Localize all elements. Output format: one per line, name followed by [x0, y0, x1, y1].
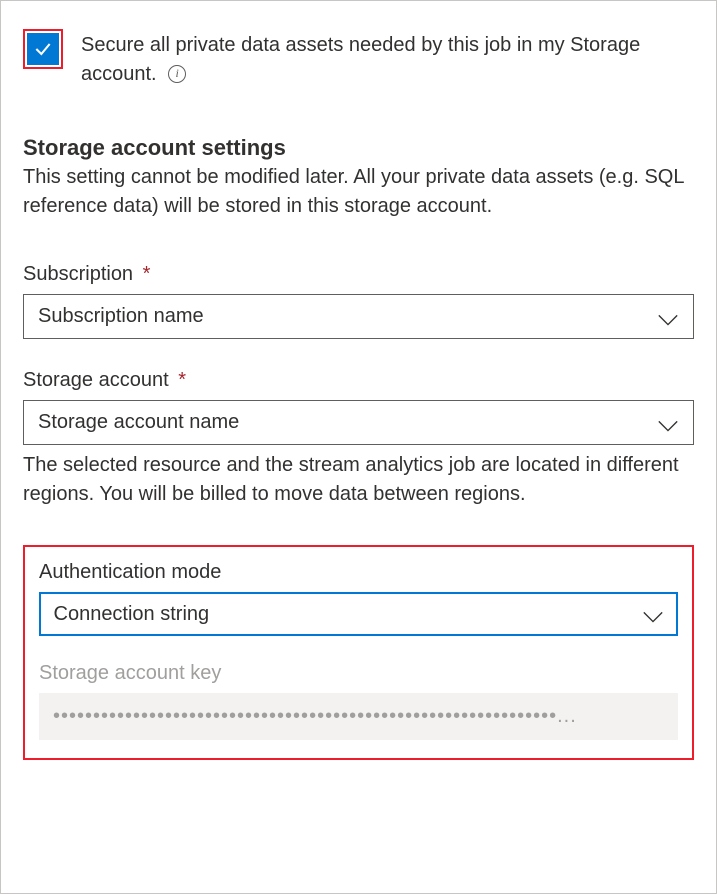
subscription-select[interactable]: Subscription name: [23, 294, 694, 339]
required-marker: *: [143, 263, 151, 285]
secure-data-checkbox-row: Secure all private data assets needed by…: [23, 29, 694, 89]
auth-mode-label: Authentication mode: [39, 561, 678, 584]
subscription-label-text: Subscription: [23, 263, 133, 285]
auth-mode-select[interactable]: Connection string: [39, 592, 678, 636]
storage-account-field: Storage account * Storage account name T…: [23, 369, 694, 509]
storage-key-label: Storage account key: [39, 662, 678, 685]
auth-mode-value: Connection string: [54, 603, 210, 626]
section-description: This setting cannot be modified later. A…: [23, 163, 694, 221]
subscription-value: Subscription name: [38, 305, 204, 328]
info-icon[interactable]: i: [168, 65, 186, 83]
required-marker: *: [178, 369, 186, 391]
settings-panel: Secure all private data assets needed by…: [0, 0, 717, 894]
auth-mode-field: Authentication mode Connection string: [39, 561, 678, 636]
chevron-down-icon: [642, 607, 664, 621]
secure-data-label-wrap: Secure all private data assets needed by…: [81, 29, 694, 89]
storage-key-input[interactable]: ••••••••••••••••••••••••••••••••••••••••…: [39, 693, 678, 740]
storage-account-label: Storage account *: [23, 369, 694, 392]
subscription-field: Subscription * Subscription name: [23, 263, 694, 339]
chevron-down-icon: [657, 416, 679, 430]
chevron-down-icon: [657, 310, 679, 324]
storage-account-value: Storage account name: [38, 411, 239, 434]
storage-account-helper: The selected resource and the stream ana…: [23, 451, 694, 509]
authentication-highlight: Authentication mode Connection string St…: [23, 545, 694, 760]
secure-data-label: Secure all private data assets needed by…: [81, 34, 640, 85]
subscription-label: Subscription *: [23, 263, 694, 286]
storage-key-field: Storage account key ••••••••••••••••••••…: [39, 662, 678, 740]
secure-data-checkbox[interactable]: [27, 33, 59, 65]
section-title: Storage account settings: [23, 135, 694, 161]
check-icon: [33, 39, 53, 59]
storage-account-select[interactable]: Storage account name: [23, 400, 694, 445]
checkbox-highlight: [23, 29, 63, 69]
storage-account-label-text: Storage account: [23, 369, 169, 391]
